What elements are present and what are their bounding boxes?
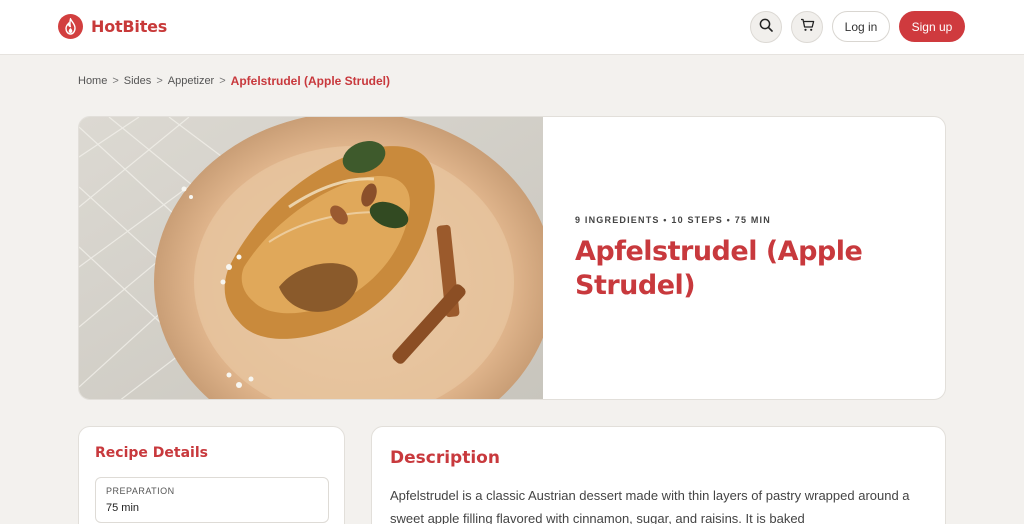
recipe-photo	[79, 117, 543, 399]
breadcrumb-separator: >	[112, 75, 119, 87]
description-card: Description Apfelstrudel is a classic Au…	[371, 426, 946, 524]
cart-button[interactable]	[791, 11, 823, 43]
description-heading: Description	[390, 448, 500, 468]
search-icon	[759, 18, 773, 37]
brand-logo[interactable]: HotBites	[58, 14, 167, 39]
recipe-title: Apfelstrudel (Apple Strudel)	[575, 236, 863, 301]
login-button[interactable]: Log in	[832, 11, 890, 42]
breadcrumb-separator: >	[156, 75, 163, 87]
breadcrumb: Home > Sides > Appetizer > Apfelstrudel …	[78, 74, 390, 88]
recipe-meta: 9 INGREDIENTS • 10 STEPS • 75 MIN	[575, 215, 771, 225]
recipe-hero-card: 9 INGREDIENTS • 10 STEPS • 75 MIN Apfels…	[78, 116, 946, 400]
description-text: Apfelstrudel is a classic Austrian desse…	[390, 488, 910, 524]
preparation-label: PREPARATION	[106, 486, 175, 496]
preparation-value: 75 min	[106, 502, 140, 514]
site-header: HotBites Log in Sign up	[0, 0, 1024, 55]
brand-name: HotBites	[91, 17, 168, 36]
breadcrumb-home[interactable]: Home	[78, 75, 107, 87]
preparation-box: PREPARATION 75 min	[95, 477, 329, 523]
flame-icon	[58, 14, 83, 39]
breadcrumb-sides[interactable]: Sides	[124, 75, 152, 87]
signup-button[interactable]: Sign up	[899, 11, 965, 42]
recipe-summary: 9 INGREDIENTS • 10 STEPS • 75 MIN Apfels…	[575, 117, 945, 399]
cart-icon	[800, 18, 815, 37]
recipe-details-card: Recipe Details PREPARATION 75 min	[78, 426, 345, 524]
breadcrumb-current: Apfelstrudel (Apple Strudel)	[230, 74, 391, 88]
breadcrumb-appetizer[interactable]: Appetizer	[168, 75, 214, 87]
breadcrumb-separator: >	[219, 75, 226, 87]
recipe-details-heading: Recipe Details	[95, 445, 208, 461]
search-button[interactable]	[750, 11, 782, 43]
